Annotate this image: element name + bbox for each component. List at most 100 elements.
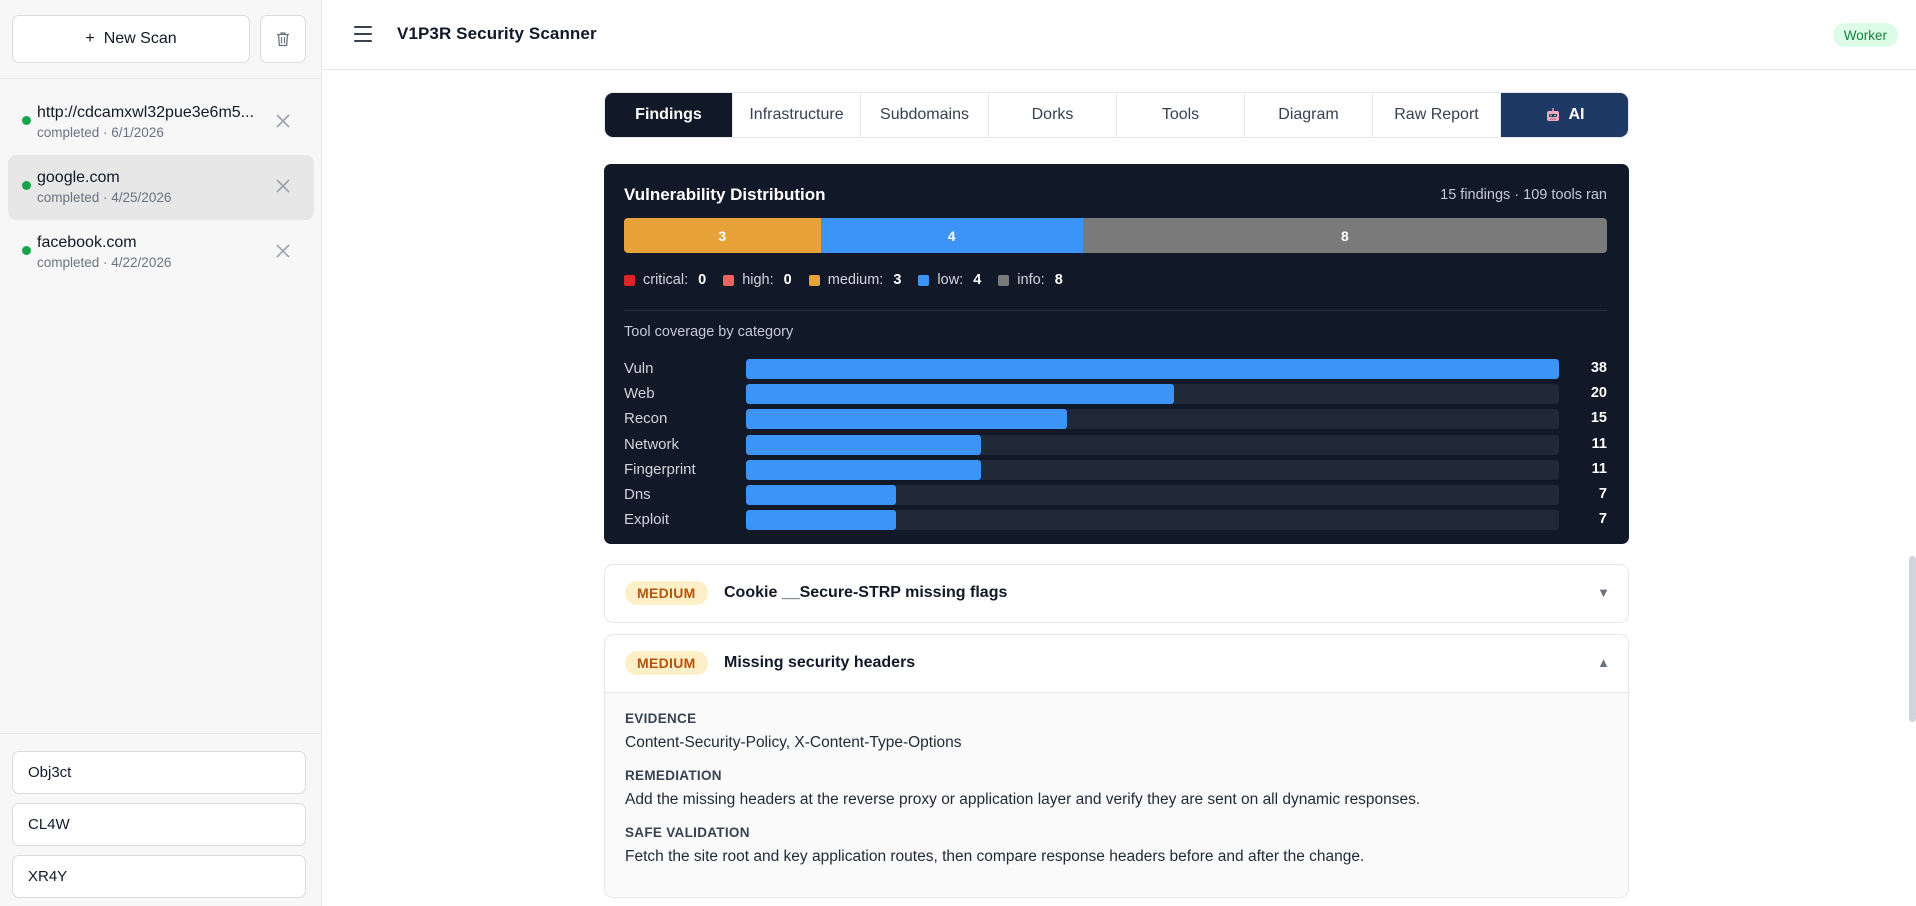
coverage-track bbox=[746, 485, 1559, 505]
coverage-bar bbox=[746, 409, 1067, 430]
scan-list: http://cdcamxwl32pue3e6m5... completed ·… bbox=[0, 90, 322, 285]
coverage-track bbox=[746, 459, 1559, 480]
vulnerability-panel: Vulnerability Distribution 15 findings ·… bbox=[604, 164, 1629, 544]
tab-infrastructure[interactable]: Infrastructure bbox=[733, 93, 861, 137]
scan-meta: completed · 4/22/2026 bbox=[37, 255, 172, 270]
status-dot bbox=[22, 181, 31, 190]
scan-item[interactable]: http://cdcamxwl32pue3e6m5... completed ·… bbox=[8, 90, 314, 155]
legend-item: high: 0 bbox=[723, 272, 792, 288]
chevron-down-icon[interactable]: ▼ bbox=[1597, 585, 1610, 600]
finding-card[interactable]: MEDIUM Cookie __Secure-STRP missing flag… bbox=[604, 564, 1629, 623]
scan-meta: completed · 4/25/2026 bbox=[37, 190, 172, 205]
coverage-label: Dns bbox=[624, 486, 651, 503]
distribution-segment-medium: 3 bbox=[624, 218, 821, 253]
legend-value: 4 bbox=[973, 272, 982, 288]
coverage-value: 15 bbox=[1590, 410, 1607, 427]
scan-name: facebook.com bbox=[37, 234, 137, 251]
finding-header[interactable]: MEDIUM Missing security headers ▲ bbox=[605, 635, 1628, 692]
scrollbar-thumb[interactable] bbox=[1909, 556, 1916, 722]
tab-tools[interactable]: Tools bbox=[1117, 93, 1245, 137]
coverage-bar bbox=[746, 459, 982, 480]
coverage-row: Vuln 38 bbox=[624, 359, 1607, 379]
coverage-row: Exploit 7 bbox=[624, 510, 1607, 531]
coverage-label: Fingerprint bbox=[624, 460, 696, 478]
finding-details: EVIDENCE Content-Security-Policy, X-Cont… bbox=[605, 692, 1628, 896]
agent-selector: Obj3ct CL4W XR4Y bbox=[0, 733, 322, 906]
tab-diagram[interactable]: Diagram bbox=[1245, 93, 1373, 137]
legend-swatch bbox=[918, 274, 930, 286]
coverage-track bbox=[746, 359, 1559, 379]
scan-name: http://cdcamxwl32pue3e6m5... bbox=[37, 104, 255, 121]
agent-option[interactable]: CL4W bbox=[12, 803, 306, 846]
status-dot bbox=[22, 116, 31, 125]
coverage-label: Web bbox=[624, 385, 655, 403]
coverage-value: 20 bbox=[1590, 385, 1607, 402]
severity-badge: MEDIUM bbox=[625, 651, 708, 675]
finding-card[interactable]: MEDIUM Missing security headers ▲ EVIDEN… bbox=[604, 634, 1629, 898]
distribution-segment-info: 8 bbox=[1082, 218, 1607, 253]
safe-validation-text: Fetch the site root and key application … bbox=[625, 848, 1365, 865]
trash-icon bbox=[277, 32, 289, 47]
scan-meta: completed · 6/1/2026 bbox=[37, 125, 164, 140]
chevron-up-icon[interactable]: ▲ bbox=[1597, 655, 1610, 670]
legend-item: critical: 0 bbox=[624, 272, 706, 288]
legend-swatch bbox=[808, 274, 820, 286]
new-scan-label: New Scan bbox=[103, 30, 177, 47]
agent-option[interactable]: XR4Y bbox=[12, 855, 306, 898]
delete-scans-button[interactable] bbox=[260, 15, 306, 63]
coverage-value: 11 bbox=[1591, 460, 1607, 477]
coverage-row: Dns 7 bbox=[624, 485, 1607, 505]
legend-value: 3 bbox=[893, 272, 902, 288]
scan-item[interactable]: google.com completed · 4/25/2026 bbox=[8, 155, 314, 220]
new-scan-button[interactable]: + New Scan bbox=[12, 15, 250, 63]
legend-swatch bbox=[998, 274, 1010, 286]
coverage-bar bbox=[746, 485, 896, 505]
tab-dorks[interactable]: Dorks bbox=[989, 93, 1117, 137]
coverage-value: 7 bbox=[1598, 486, 1607, 502]
distribution-segment-low: 4 bbox=[820, 218, 1083, 253]
coverage-label: Vuln bbox=[624, 360, 654, 377]
close-icon[interactable] bbox=[274, 242, 292, 260]
coverage-label: Exploit bbox=[624, 511, 670, 529]
tab-subdomains[interactable]: Subdomains bbox=[861, 93, 989, 137]
coverage-row: Network 11 bbox=[624, 434, 1607, 455]
severity-legend: critical: 0 high: 0 medium: 3 low: 4 info: 8 bbox=[624, 272, 1080, 288]
coverage-row: Web 20 bbox=[624, 384, 1607, 405]
finding-title: Missing security headers bbox=[724, 654, 916, 671]
scan-item[interactable]: facebook.com completed · 4/22/2026 bbox=[8, 220, 314, 285]
remediation-label: REMEDIATION bbox=[625, 768, 722, 783]
tab-findings[interactable]: Findings bbox=[605, 93, 733, 137]
coverage-row: Recon 15 bbox=[624, 409, 1607, 430]
plus-icon: + bbox=[85, 30, 95, 47]
coverage-title: Tool coverage by category bbox=[624, 324, 794, 340]
worker-badge: Worker bbox=[1832, 23, 1898, 47]
coverage-bar bbox=[746, 359, 1559, 379]
agent-option[interactable]: Obj3ct bbox=[12, 751, 306, 794]
close-icon[interactable] bbox=[274, 112, 292, 130]
result-tabs: Findings Infrastructure Subdomains Dorks… bbox=[604, 92, 1629, 138]
legend-label: medium: bbox=[827, 272, 884, 288]
safe-validation-label: SAFE VALIDATION bbox=[625, 825, 750, 840]
panel-title: Vulnerability Distribution bbox=[624, 185, 826, 204]
close-icon[interactable] bbox=[274, 177, 292, 195]
tab-ai-label: AI bbox=[1568, 106, 1585, 123]
tab-raw-report[interactable]: Raw Report bbox=[1373, 93, 1501, 137]
coverage-row: Fingerprint 11 bbox=[624, 459, 1607, 480]
coverage-bar bbox=[746, 510, 896, 531]
coverage-label: Recon bbox=[624, 410, 668, 428]
legend-label: info: bbox=[1017, 272, 1045, 288]
legend-item: info: 8 bbox=[998, 272, 1063, 288]
top-header: V1P3R Security Scanner Worker bbox=[323, 0, 1916, 70]
legend-swatch bbox=[723, 274, 735, 286]
tab-ai[interactable]: AI bbox=[1501, 93, 1628, 137]
scan-name: google.com bbox=[37, 169, 120, 186]
finding-title: Cookie __Secure-STRP missing flags bbox=[724, 584, 1008, 601]
coverage-value: 7 bbox=[1598, 511, 1607, 528]
finding-header[interactable]: MEDIUM Cookie __Secure-STRP missing flag… bbox=[605, 565, 1628, 622]
panel-divider bbox=[624, 310, 1607, 311]
legend-label: critical: bbox=[643, 272, 689, 288]
evidence-label: EVIDENCE bbox=[625, 711, 697, 726]
coverage-bar bbox=[746, 434, 982, 455]
menu-icon[interactable] bbox=[354, 26, 372, 42]
sidebar-top: + New Scan bbox=[0, 0, 321, 79]
